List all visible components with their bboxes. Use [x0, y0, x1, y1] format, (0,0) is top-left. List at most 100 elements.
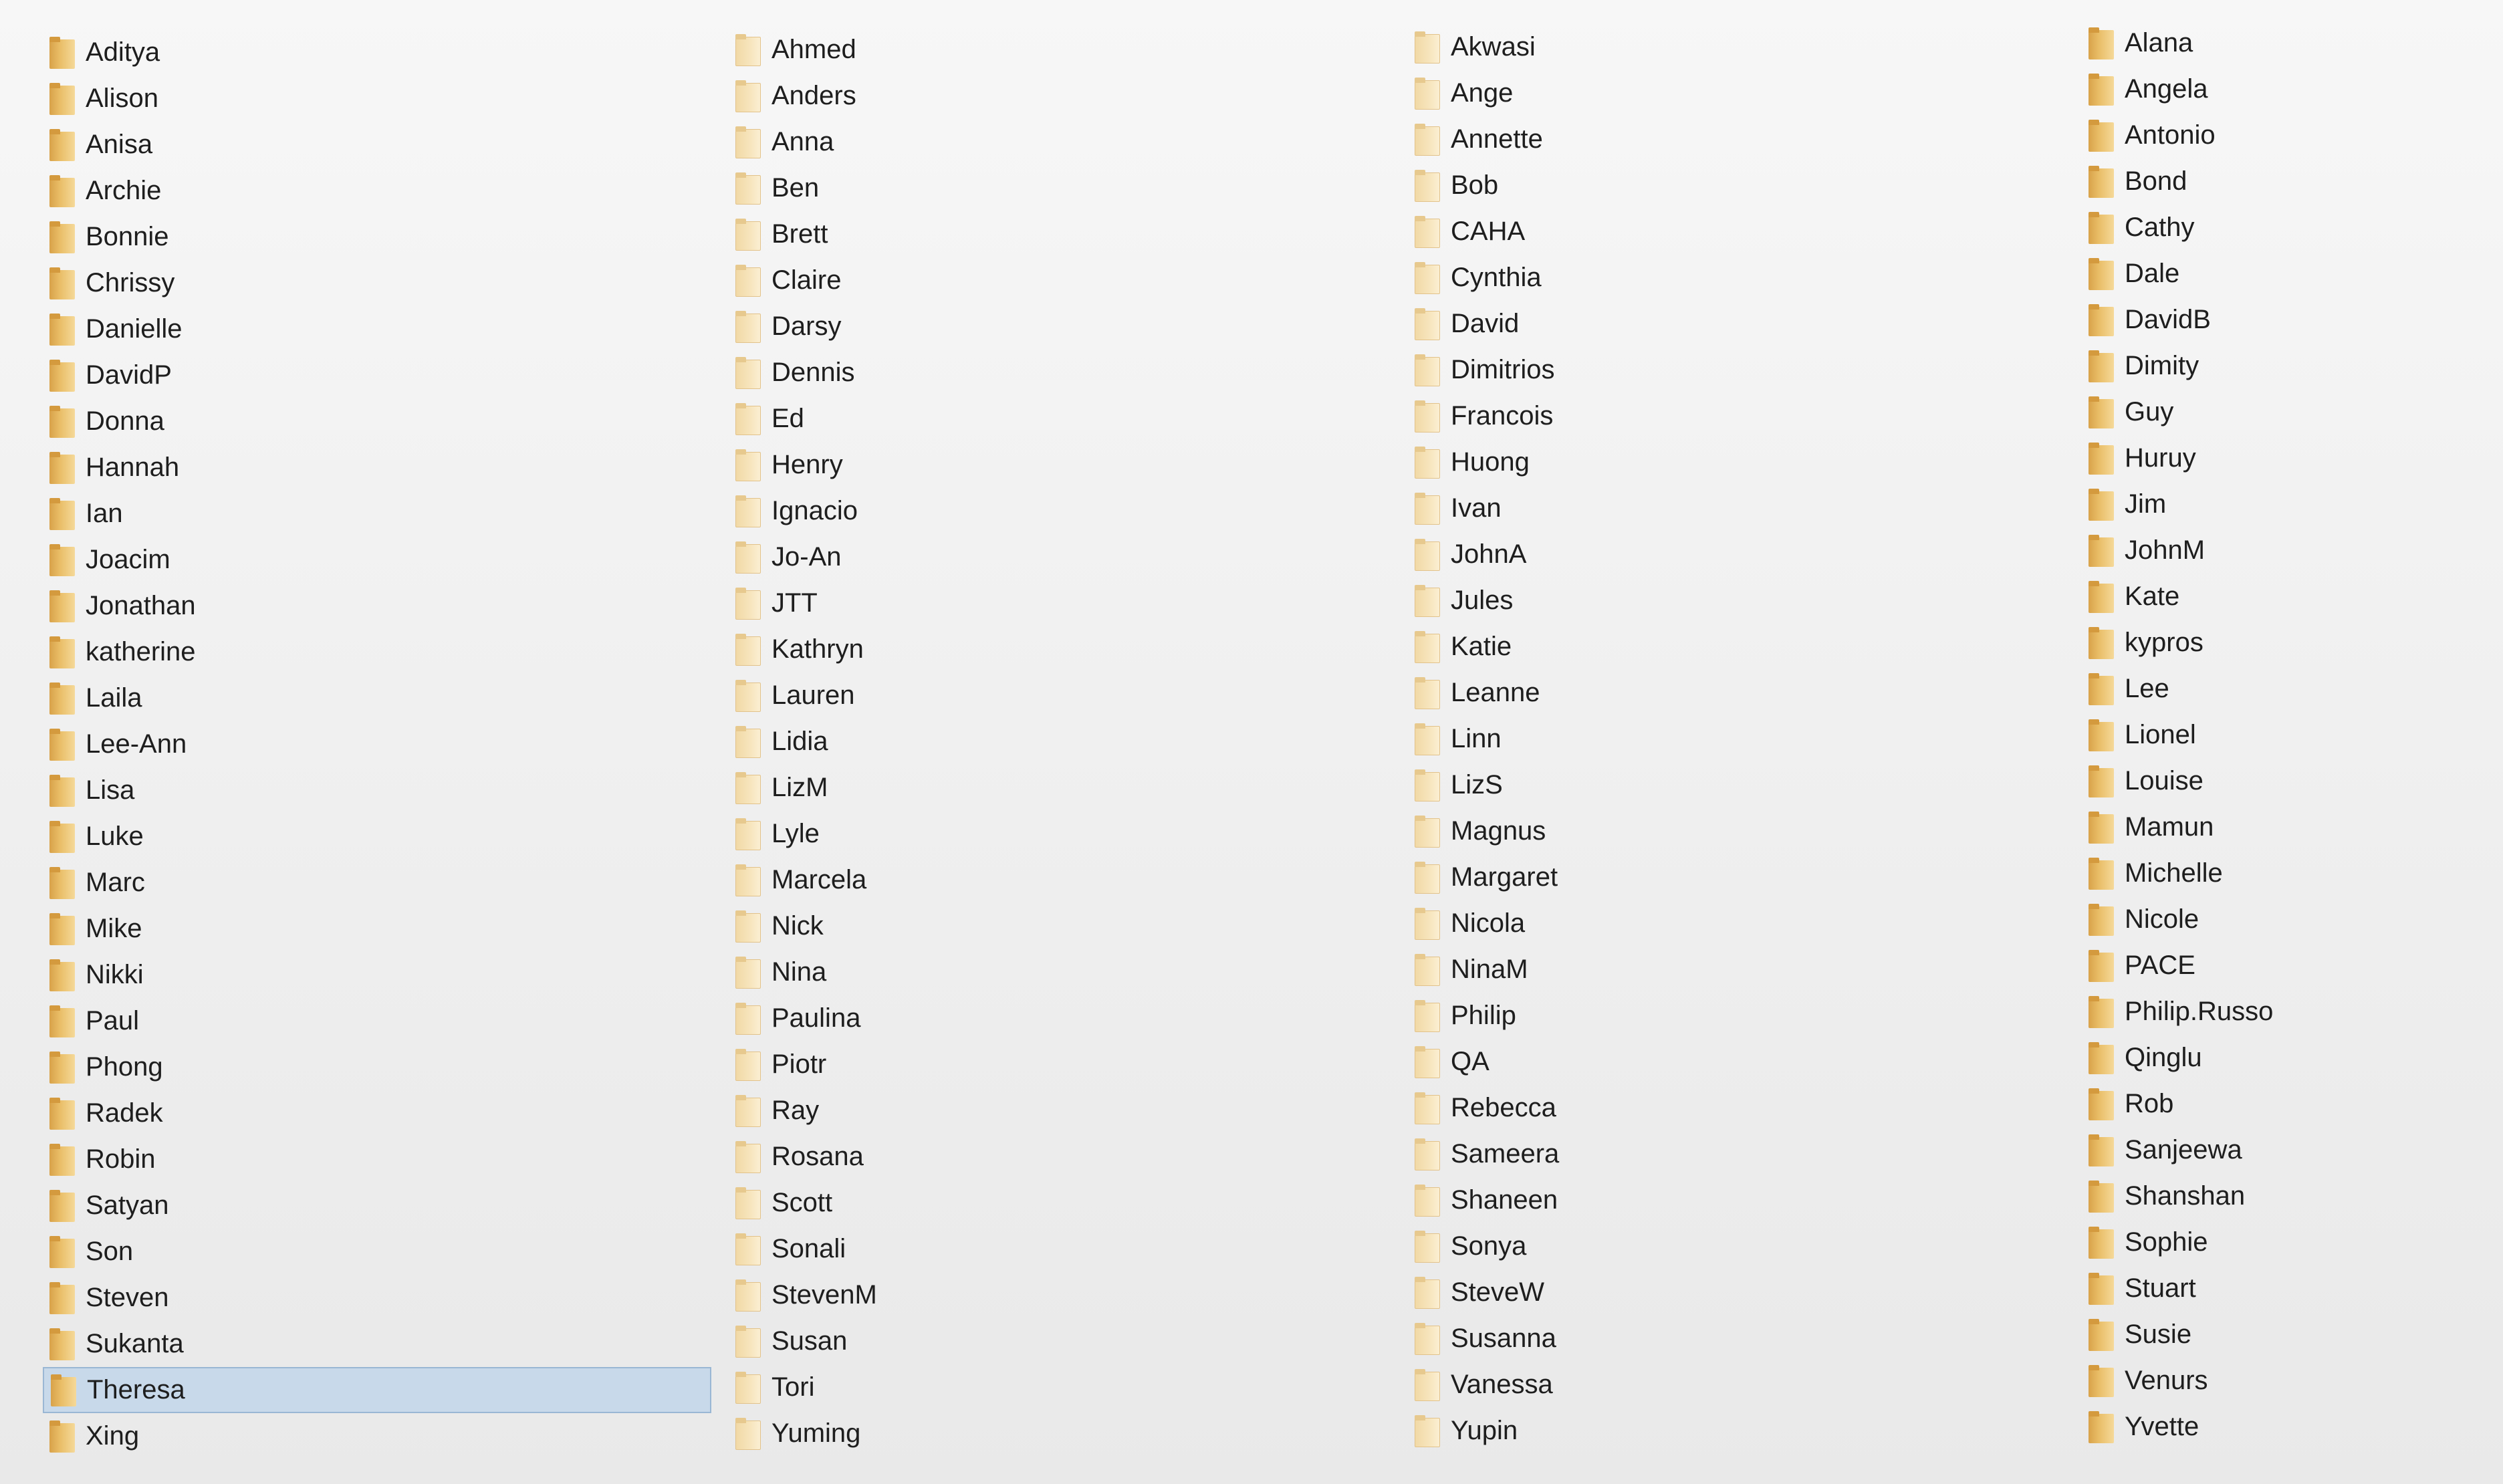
folder-item[interactable]: DavidP [43, 352, 711, 398]
folder-item[interactable]: Rosana [729, 1134, 1397, 1180]
folder-item[interactable]: Danielle [43, 306, 711, 352]
folder-item[interactable]: Yupin [1408, 1408, 2076, 1454]
folder-item[interactable]: Dale [2082, 251, 2503, 297]
folder-item[interactable]: Robin [43, 1136, 711, 1183]
folder-item[interactable]: Magnus [1408, 808, 2076, 854]
folder-item[interactable]: Jo-An [729, 534, 1397, 580]
folder-item[interactable]: Son [43, 1229, 711, 1275]
folder-item[interactable]: Darsy [729, 303, 1397, 350]
folder-item[interactable]: Ed [729, 396, 1397, 442]
folder-item[interactable]: Sonali [729, 1226, 1397, 1272]
folder-item[interactable]: Louise [2082, 758, 2503, 804]
folder-item[interactable]: Lee [2082, 666, 2503, 712]
folder-item[interactable]: Yvette [2082, 1404, 2503, 1450]
folder-item[interactable]: JohnA [1408, 531, 2076, 578]
folder-item[interactable]: Susie [2082, 1312, 2503, 1358]
folder-item[interactable]: Margaret [1408, 854, 2076, 900]
folder-item[interactable]: Marc [43, 860, 711, 906]
folder-item[interactable]: Ahmed [729, 27, 1397, 73]
folder-item[interactable]: Cathy [2082, 205, 2503, 251]
folder-item[interactable]: Lidia [729, 719, 1397, 765]
folder-item[interactable]: Sanjeewa [2082, 1127, 2503, 1173]
folder-item[interactable]: Scott [729, 1180, 1397, 1226]
folder-item[interactable]: Vanessa [1408, 1362, 2076, 1408]
folder-item[interactable]: Nikki [43, 952, 711, 998]
folder-item[interactable]: Yuming [729, 1410, 1397, 1457]
folder-item[interactable]: Philip.Russo [2082, 989, 2503, 1035]
folder-item[interactable]: Alison [43, 76, 711, 122]
folder-item[interactable]: JTT [729, 580, 1397, 626]
folder-item[interactable]: Michelle [2082, 850, 2503, 896]
folder-item[interactable]: Nick [729, 903, 1397, 949]
folder-item[interactable]: Lionel [2082, 712, 2503, 758]
folder-item[interactable]: Leanne [1408, 670, 2076, 716]
folder-item[interactable]: Bonnie [43, 214, 711, 260]
folder-item[interactable]: Mike [43, 906, 711, 952]
folder-item[interactable]: Lyle [729, 811, 1397, 857]
folder-item[interactable]: Lisa [43, 767, 711, 814]
folder-item[interactable]: Mamun [2082, 804, 2503, 850]
folder-item[interactable]: Lee-Ann [43, 721, 711, 767]
folder-item[interactable]: QA [1408, 1039, 2076, 1085]
folder-item[interactable]: Alana [2082, 20, 2503, 66]
folder-item[interactable]: Linn [1408, 716, 2076, 762]
folder-item[interactable]: SteveW [1408, 1269, 2076, 1316]
folder-item[interactable]: JohnM [2082, 527, 2503, 574]
folder-item[interactable]: Sonya [1408, 1223, 2076, 1269]
folder-item[interactable]: Cynthia [1408, 255, 2076, 301]
folder-item[interactable]: Nicola [1408, 900, 2076, 947]
folder-item[interactable]: Henry [729, 442, 1397, 488]
folder-item[interactable]: Anders [729, 73, 1397, 119]
folder-item[interactable]: Steven [43, 1275, 711, 1321]
folder-item[interactable]: Shaneen [1408, 1177, 2076, 1223]
folder-item[interactable]: Piotr [729, 1041, 1397, 1088]
folder-item[interactable]: Laila [43, 675, 711, 721]
folder-item[interactable]: Ben [729, 165, 1397, 211]
folder-item[interactable]: Rebecca [1408, 1085, 2076, 1131]
folder-item[interactable]: Dennis [729, 350, 1397, 396]
folder-item[interactable]: PACE [2082, 943, 2503, 989]
folder-item[interactable]: Rob [2082, 1081, 2503, 1127]
folder-item[interactable]: Kate [2082, 574, 2503, 620]
folder-item[interactable]: Antonio [2082, 112, 2503, 158]
folder-item[interactable]: Ange [1408, 70, 2076, 116]
folder-item[interactable]: StevenM [729, 1272, 1397, 1318]
folder-item[interactable]: Akwasi [1408, 24, 2076, 70]
folder-item[interactable]: Francois [1408, 393, 2076, 439]
folder-item[interactable]: Aditya [43, 29, 711, 76]
folder-item[interactable]: Nina [729, 949, 1397, 995]
folder-item[interactable]: Radek [43, 1090, 711, 1136]
folder-item[interactable]: DavidB [2082, 297, 2503, 343]
folder-item[interactable]: Anna [729, 119, 1397, 165]
folder-item[interactable]: Angela [2082, 66, 2503, 112]
folder-item[interactable]: Jim [2082, 481, 2503, 527]
folder-item[interactable]: Paul [43, 998, 711, 1044]
folder-item[interactable]: Claire [729, 257, 1397, 303]
folder-item[interactable]: Bond [2082, 158, 2503, 205]
folder-item[interactable]: NinaM [1408, 947, 2076, 993]
folder-item[interactable]: Sophie [2082, 1219, 2503, 1265]
folder-item[interactable]: Dimitrios [1408, 347, 2076, 393]
folder-item[interactable]: Susanna [1408, 1316, 2076, 1362]
folder-item[interactable]: David [1408, 301, 2076, 347]
folder-item[interactable]: Susan [729, 1318, 1397, 1364]
folder-item[interactable]: Paulina [729, 995, 1397, 1041]
folder-item[interactable]: Anisa [43, 122, 711, 168]
folder-item[interactable]: Guy [2082, 389, 2503, 435]
folder-item[interactable]: Chrissy [43, 260, 711, 306]
folder-item[interactable]: Jonathan [43, 583, 711, 629]
folder-item-selected[interactable]: Theresa [43, 1367, 711, 1413]
folder-item[interactable]: Annette [1408, 116, 2076, 162]
folder-item[interactable]: Stuart [2082, 1265, 2503, 1312]
folder-item[interactable]: Phong [43, 1044, 711, 1090]
folder-item[interactable]: Huong [1408, 439, 2076, 485]
folder-item[interactable]: Kathryn [729, 626, 1397, 672]
folder-item[interactable]: Nicole [2082, 896, 2503, 943]
folder-item[interactable]: Donna [43, 398, 711, 445]
folder-item[interactable]: Ivan [1408, 485, 2076, 531]
folder-item[interactable]: Marcela [729, 857, 1397, 903]
folder-item[interactable]: Venurs [2082, 1358, 2503, 1404]
folder-item[interactable]: Joacim [43, 537, 711, 583]
folder-item[interactable]: LizS [1408, 762, 2076, 808]
folder-item[interactable]: Philip [1408, 993, 2076, 1039]
